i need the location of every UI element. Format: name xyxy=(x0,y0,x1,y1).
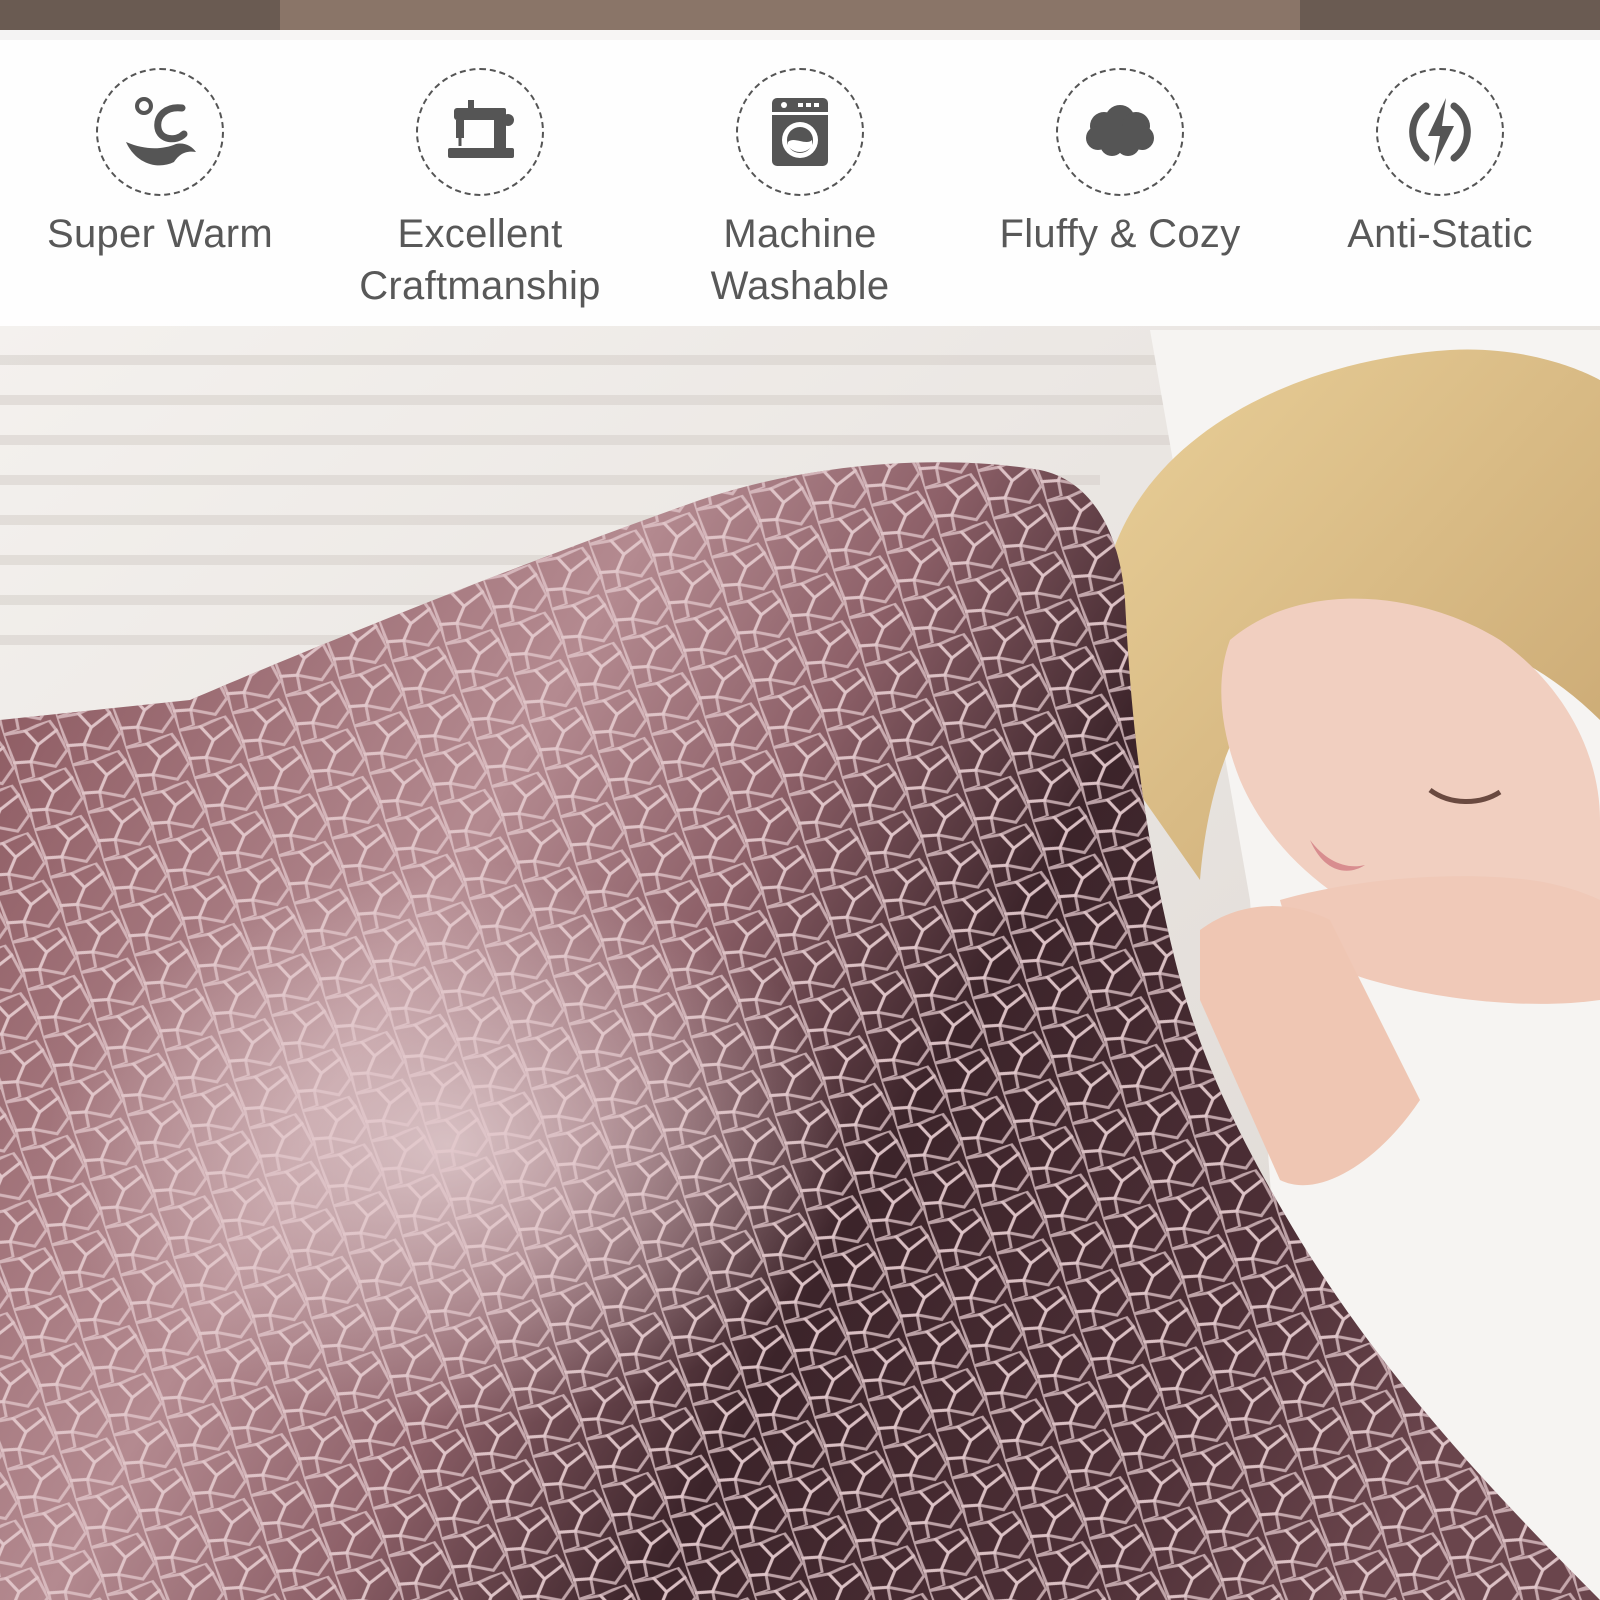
feature-badge xyxy=(96,68,224,196)
feature-machine-washable: Machine Washable xyxy=(650,68,950,312)
feature-badge xyxy=(736,68,864,196)
lightning-icon xyxy=(1409,98,1471,166)
feature-badge xyxy=(1056,68,1184,196)
feature-excellent-craftmanship: Excellent Craftmanship xyxy=(330,68,630,312)
feature-label: Machine Washable xyxy=(710,212,890,308)
feature-banner: Super Warm Excellent Craftmanship Machin… xyxy=(0,30,1600,326)
washing-machine-icon xyxy=(772,98,828,166)
feature-badge xyxy=(1376,68,1504,196)
feature-label: Super Warm xyxy=(46,212,273,256)
feature-label: Anti-Static xyxy=(1347,212,1533,256)
cloud-icon xyxy=(1086,105,1154,156)
feature-anti-static: Anti-Static xyxy=(1290,68,1590,260)
feature-badge xyxy=(416,68,544,196)
sewing-machine-icon xyxy=(448,100,514,158)
feature-label: Fluffy & Cozy xyxy=(999,212,1241,256)
feature-label: Excellent Craftmanship xyxy=(359,212,601,308)
feature-fluffy-cozy: Fluffy & Cozy xyxy=(970,68,1270,260)
warm-drop-icon xyxy=(126,97,196,166)
feature-super-warm: Super Warm xyxy=(10,68,310,260)
